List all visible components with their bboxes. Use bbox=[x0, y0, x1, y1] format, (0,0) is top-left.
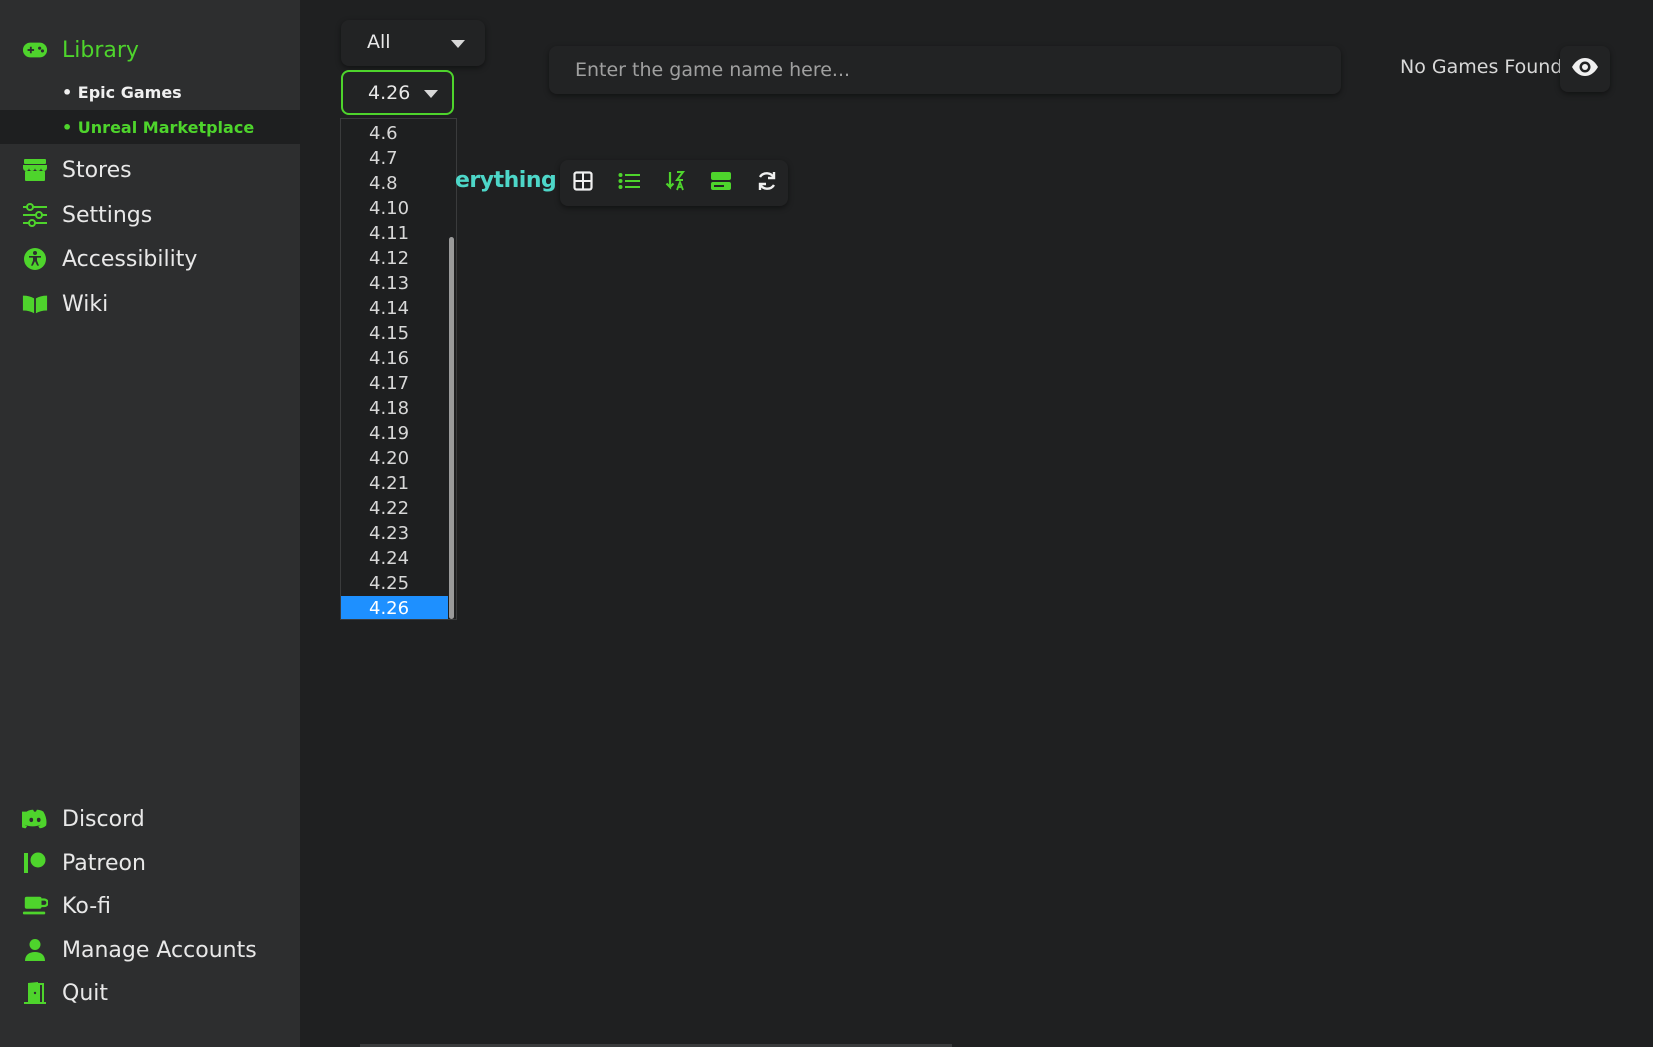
sidebar-subitem-unreal-marketplace[interactable]: • Unreal Marketplace bbox=[0, 110, 300, 144]
sidebar-item-quit[interactable]: Quit bbox=[0, 975, 300, 1011]
sidebar-item-label: Patreon bbox=[62, 850, 146, 876]
version-option[interactable]: 4.10 bbox=[341, 196, 448, 221]
app-window: Library • Epic Games • Unreal Marketplac… bbox=[0, 0, 1653, 1047]
sidebar-item-label: Manage Accounts bbox=[62, 937, 257, 963]
version-dropdown-list[interactable]: 4.6 4.7 4.8 4.10 4.11 4.12 4.13 4.14 4.1… bbox=[340, 118, 457, 620]
category-select-value: All bbox=[367, 31, 391, 53]
version-option[interactable]: 4.20 bbox=[341, 446, 448, 471]
chevron-down-icon bbox=[451, 40, 465, 48]
coffee-cup-icon bbox=[22, 893, 48, 919]
user-icon bbox=[22, 937, 48, 963]
version-option[interactable]: 4.8 bbox=[341, 171, 448, 196]
gamepad-icon bbox=[22, 37, 48, 63]
version-option[interactable]: 4.18 bbox=[341, 396, 448, 421]
version-option[interactable]: 4.11 bbox=[341, 221, 448, 246]
chevron-down-icon bbox=[424, 90, 438, 98]
store-icon bbox=[22, 157, 48, 183]
version-option[interactable]: 4.22 bbox=[341, 496, 448, 521]
accessibility-icon bbox=[22, 246, 48, 272]
version-option[interactable]: 4.14 bbox=[341, 296, 448, 321]
search-box bbox=[549, 46, 1341, 94]
storage-icon bbox=[710, 171, 732, 195]
grid-view-button[interactable] bbox=[568, 168, 598, 198]
sidebar-item-label: Quit bbox=[62, 980, 108, 1006]
sidebar-subitem-label: • Epic Games bbox=[62, 82, 182, 102]
refresh-button[interactable] bbox=[752, 168, 782, 198]
sidebar-item-kofi[interactable]: Ko-fi bbox=[0, 888, 300, 924]
version-option[interactable]: 4.7 bbox=[341, 146, 448, 171]
version-option[interactable]: 4.12 bbox=[341, 246, 448, 271]
book-open-icon bbox=[22, 291, 48, 317]
discord-icon bbox=[22, 806, 48, 832]
sidebar-item-settings[interactable]: Settings bbox=[0, 197, 300, 233]
sidebar-item-label: Discord bbox=[62, 806, 145, 832]
sort-icon bbox=[664, 170, 686, 196]
sidebar-item-label: Stores bbox=[62, 157, 132, 183]
version-option[interactable]: 4.23 bbox=[341, 521, 448, 546]
version-option[interactable]: 4.13 bbox=[341, 271, 448, 296]
sidebar-item-label: Wiki bbox=[62, 291, 109, 317]
sort-button[interactable] bbox=[660, 168, 690, 198]
version-option-selected[interactable]: 4.26 bbox=[341, 596, 448, 619]
version-option[interactable]: 4.25 bbox=[341, 571, 448, 596]
version-option[interactable]: 4.15 bbox=[341, 321, 448, 346]
sidebar-item-label: Accessibility bbox=[62, 246, 198, 272]
list-view-button[interactable] bbox=[614, 168, 644, 198]
sidebar-item-label: Library bbox=[62, 37, 139, 63]
storage-button[interactable] bbox=[706, 168, 736, 198]
sidebar-subitem-label: • Unreal Marketplace bbox=[62, 117, 255, 137]
version-option[interactable]: 4.17 bbox=[341, 371, 448, 396]
sidebar-item-patreon[interactable]: Patreon bbox=[0, 845, 300, 881]
version-select-value: 4.26 bbox=[368, 82, 411, 104]
refresh-icon bbox=[756, 170, 778, 196]
dropdown-scrollbar[interactable] bbox=[449, 237, 454, 619]
page-heading: erything bbox=[455, 168, 557, 193]
sidebar-item-discord[interactable]: Discord bbox=[0, 801, 300, 837]
sidebar-item-label: Ko-fi bbox=[62, 893, 111, 919]
sidebar-item-wiki[interactable]: Wiki bbox=[0, 286, 300, 322]
version-option[interactable]: 4.19 bbox=[341, 421, 448, 446]
search-input[interactable] bbox=[549, 46, 1341, 94]
version-option[interactable]: 4.6 bbox=[341, 121, 448, 146]
eye-icon bbox=[1571, 57, 1599, 81]
sidebar-item-label: Settings bbox=[62, 202, 153, 228]
sidebar: Library • Epic Games • Unreal Marketplac… bbox=[0, 0, 300, 1047]
view-toolbar bbox=[560, 160, 788, 206]
version-option[interactable]: 4.21 bbox=[341, 471, 448, 496]
door-exit-icon bbox=[22, 980, 48, 1006]
sidebar-item-manage-accounts[interactable]: Manage Accounts bbox=[0, 932, 300, 968]
grid-view-icon bbox=[573, 171, 593, 195]
sliders-icon bbox=[22, 202, 48, 228]
sidebar-item-accessibility[interactable]: Accessibility bbox=[0, 241, 300, 277]
list-view-icon bbox=[618, 172, 640, 194]
patreon-icon bbox=[22, 850, 48, 876]
status-text: No Games Found bbox=[1400, 56, 1563, 78]
sidebar-subitem-epic-games[interactable]: • Epic Games bbox=[0, 75, 300, 109]
version-option[interactable]: 4.24 bbox=[341, 546, 448, 571]
version-option[interactable]: 4.16 bbox=[341, 346, 448, 371]
sidebar-item-stores[interactable]: Stores bbox=[0, 152, 300, 188]
sidebar-item-library[interactable]: Library bbox=[0, 32, 300, 68]
toggle-visibility-button[interactable] bbox=[1560, 46, 1610, 92]
